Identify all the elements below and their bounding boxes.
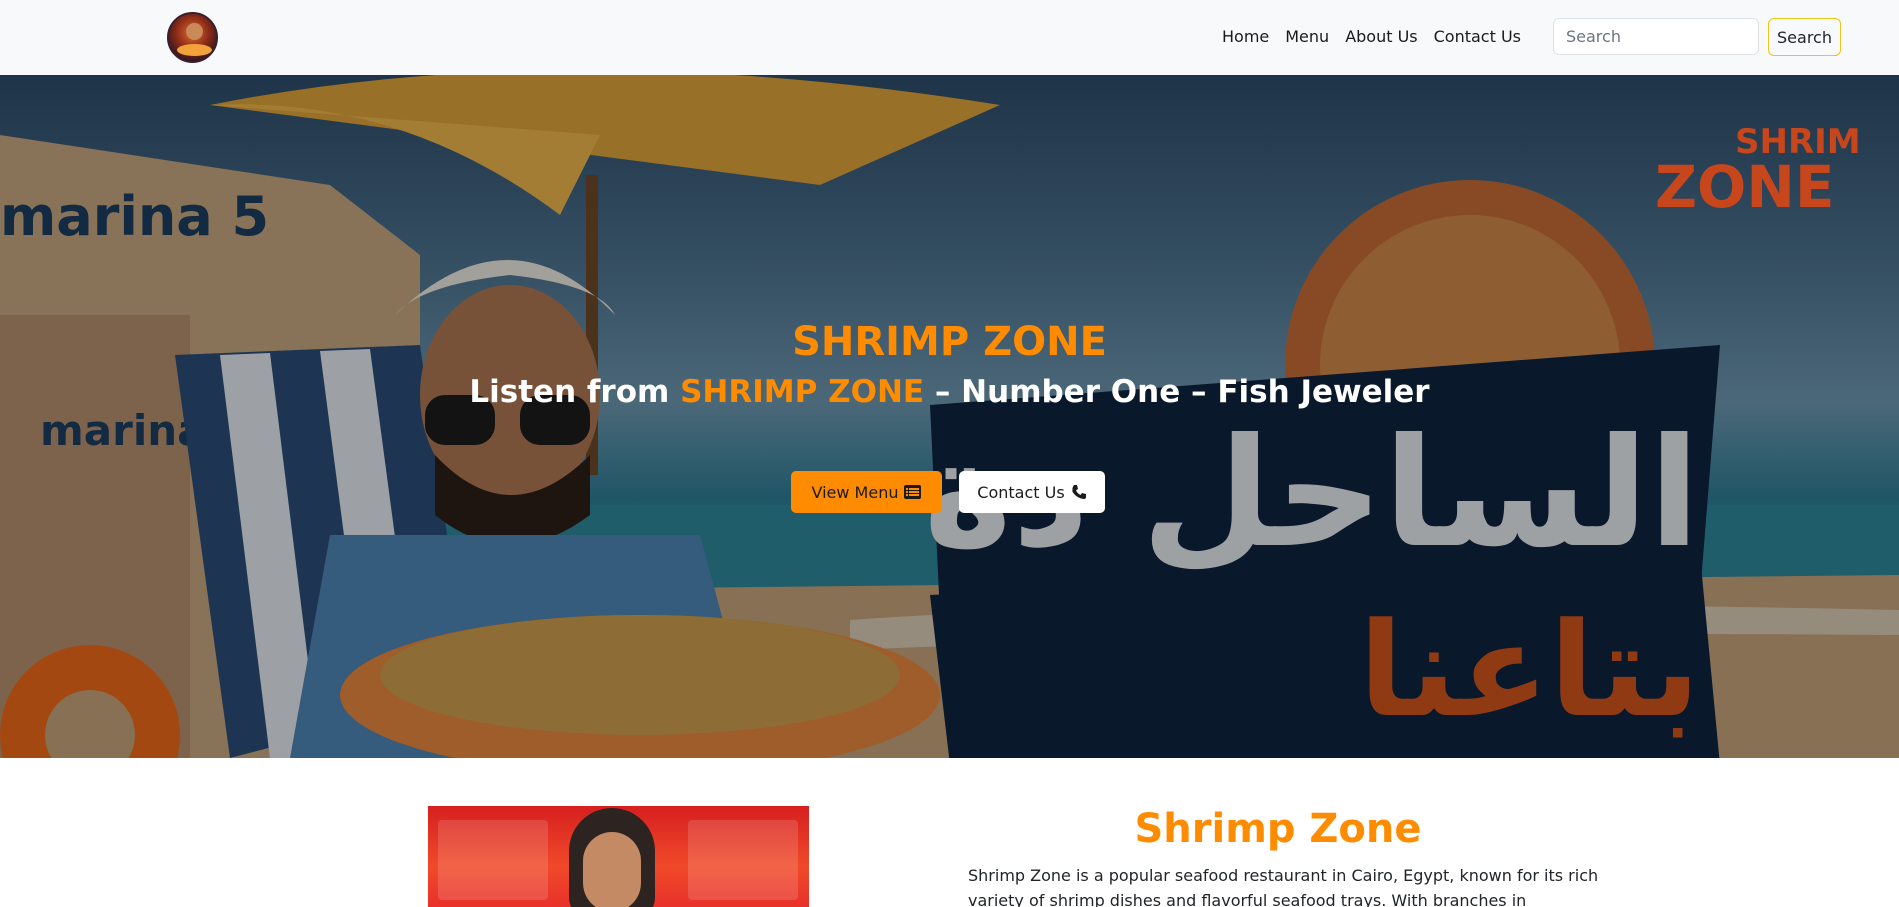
search-input[interactable] <box>1553 18 1759 55</box>
brand-mark-zone: ZONE <box>1655 153 1835 215</box>
about-image-face <box>583 832 641 907</box>
view-menu-button[interactable]: View Menu <box>791 471 942 513</box>
about-title: Shrimp Zone <box>1134 806 1422 852</box>
about-image-panel-right <box>688 820 798 900</box>
hero-section: marina 5 marina 5 الساحل دة بتاعنا SHRIM… <box>0 75 1899 758</box>
phone-icon <box>1072 485 1086 499</box>
nav-links: Home Menu About Us Contact Us <box>1222 26 1537 48</box>
logo-face <box>186 23 203 40</box>
nav-link-about[interactable]: About Us <box>1345 26 1417 48</box>
restaurant-logo[interactable] <box>167 12 218 63</box>
hero-subtitle-suffix: – Number One – Fish Jeweler <box>924 374 1430 410</box>
hero-subtitle: Listen from SHRIMP ZONE – Number One – F… <box>0 374 1899 410</box>
hero-title: SHRIMP ZONE <box>792 319 1107 365</box>
search-button[interactable]: Search <box>1768 18 1841 56</box>
nav-link-contact[interactable]: Contact Us <box>1434 26 1521 48</box>
contact-us-label: Contact Us <box>977 482 1065 502</box>
nav-link-menu[interactable]: Menu <box>1285 26 1329 48</box>
contact-us-button[interactable]: Contact Us <box>959 471 1105 513</box>
navbar: Home Menu About Us Contact Us Search <box>0 0 1899 75</box>
shrimp-zone-brand-mark: SHRIMP ZONE <box>1655 122 1860 215</box>
about-image-panel-left <box>438 820 548 900</box>
nav-link-home[interactable]: Home <box>1222 26 1269 48</box>
logo-tray <box>177 44 212 56</box>
list-icon <box>904 485 922 499</box>
hero-subtitle-prefix: Listen from <box>469 374 681 410</box>
view-menu-label: View Menu <box>811 482 899 502</box>
about-text: Shrimp Zone is a popular seafood restaur… <box>968 866 1599 907</box>
hero-overlay <box>0 75 1899 758</box>
hero-subtitle-highlight: SHRIMP ZONE <box>680 374 925 410</box>
about-image <box>428 806 809 907</box>
